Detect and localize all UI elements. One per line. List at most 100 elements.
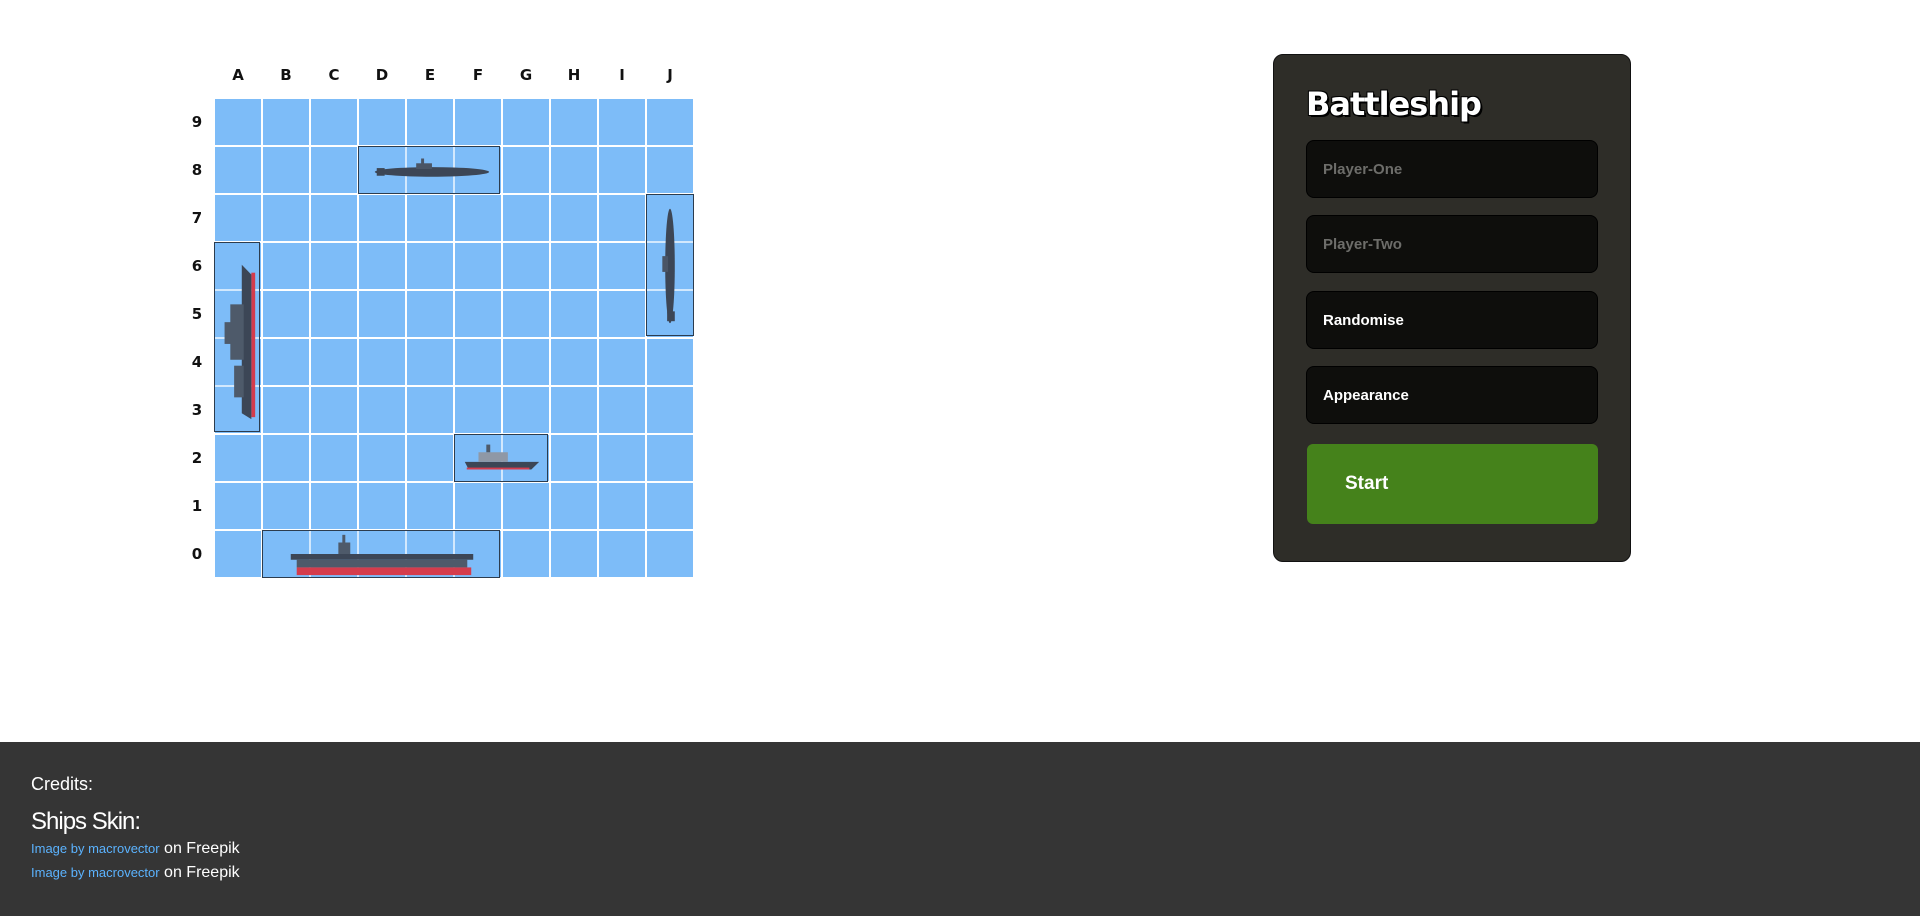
grid-cell-c1[interactable] <box>310 482 358 530</box>
grid-cell-d9[interactable] <box>358 98 406 146</box>
grid-cell-g9[interactable] <box>502 98 550 146</box>
grid-cell-i6[interactable] <box>598 242 646 290</box>
grid-cell-b4[interactable] <box>262 338 310 386</box>
grid-cell-j4[interactable] <box>646 338 694 386</box>
patrol-boat-ship[interactable] <box>454 434 548 482</box>
grid-cell-g7[interactable] <box>502 194 550 242</box>
credit-link[interactable]: Image by macrovector <box>31 865 160 880</box>
grid-cell-a0[interactable] <box>214 530 262 578</box>
grid-cell-f4[interactable] <box>454 338 502 386</box>
grid-cell-j8[interactable] <box>646 146 694 194</box>
grid-cell-d4[interactable] <box>358 338 406 386</box>
grid-cell-f3[interactable] <box>454 386 502 434</box>
grid-cell-f1[interactable] <box>454 482 502 530</box>
randomise-button[interactable]: Randomise <box>1306 291 1598 349</box>
grid-cell-e1[interactable] <box>406 482 454 530</box>
grid-cell-b9[interactable] <box>262 98 310 146</box>
grid-cell-i4[interactable] <box>598 338 646 386</box>
grid-cell-f5[interactable] <box>454 290 502 338</box>
grid-cell-c2[interactable] <box>310 434 358 482</box>
grid-cell-b5[interactable] <box>262 290 310 338</box>
grid-cell-c6[interactable] <box>310 242 358 290</box>
grid-cell-d6[interactable] <box>358 242 406 290</box>
grid-cell-i2[interactable] <box>598 434 646 482</box>
grid-cell-e3[interactable] <box>406 386 454 434</box>
grid-cell-j2[interactable] <box>646 434 694 482</box>
grid-cell-h6[interactable] <box>550 242 598 290</box>
grid-cell-b8[interactable] <box>262 146 310 194</box>
submarine-ship[interactable] <box>358 146 500 194</box>
grid-cell-a7[interactable] <box>214 194 262 242</box>
grid-cell-i8[interactable] <box>598 146 646 194</box>
grid-cell-f6[interactable] <box>454 242 502 290</box>
player-two-input[interactable] <box>1306 215 1598 273</box>
grid-cell-d2[interactable] <box>358 434 406 482</box>
grid-cell-d7[interactable] <box>358 194 406 242</box>
start-button[interactable]: Start <box>1307 444 1598 524</box>
row-label-6: 6 <box>191 257 203 275</box>
grid-cell-i9[interactable] <box>598 98 646 146</box>
column-label-i: I <box>619 66 625 84</box>
grid-cell-b6[interactable] <box>262 242 310 290</box>
grid-cell-e7[interactable] <box>406 194 454 242</box>
grid-cell-i3[interactable] <box>598 386 646 434</box>
grid-cell-f9[interactable] <box>454 98 502 146</box>
grid-cell-g1[interactable] <box>502 482 550 530</box>
grid-cell-h2[interactable] <box>550 434 598 482</box>
grid-cell-e5[interactable] <box>406 290 454 338</box>
grid-cell-h4[interactable] <box>550 338 598 386</box>
grid-cell-h0[interactable] <box>550 530 598 578</box>
grid-cell-g8[interactable] <box>502 146 550 194</box>
grid-cell-b7[interactable] <box>262 194 310 242</box>
grid-cell-i0[interactable] <box>598 530 646 578</box>
grid-cell-a2[interactable] <box>214 434 262 482</box>
grid-cell-j9[interactable] <box>646 98 694 146</box>
grid-cell-e4[interactable] <box>406 338 454 386</box>
grid-cell-g6[interactable] <box>502 242 550 290</box>
grid-cell-c3[interactable] <box>310 386 358 434</box>
grid-cell-d1[interactable] <box>358 482 406 530</box>
column-label-g: G <box>519 66 533 84</box>
grid-cell-d5[interactable] <box>358 290 406 338</box>
grid-cell-e2[interactable] <box>406 434 454 482</box>
row-label-0: 0 <box>191 545 203 563</box>
grid-cell-h3[interactable] <box>550 386 598 434</box>
grid-cell-g0[interactable] <box>502 530 550 578</box>
grid-cell-f7[interactable] <box>454 194 502 242</box>
grid-cell-b3[interactable] <box>262 386 310 434</box>
grid-cell-c5[interactable] <box>310 290 358 338</box>
grid-cell-d3[interactable] <box>358 386 406 434</box>
credit-link[interactable]: Image by macrovector <box>31 841 160 856</box>
aircraft-carrier-ship[interactable] <box>262 530 500 578</box>
grid-cell-i5[interactable] <box>598 290 646 338</box>
grid-cell-c4[interactable] <box>310 338 358 386</box>
grid-cell-i1[interactable] <box>598 482 646 530</box>
grid-cell-c8[interactable] <box>310 146 358 194</box>
grid-cell-h8[interactable] <box>550 146 598 194</box>
grid-cell-g5[interactable] <box>502 290 550 338</box>
grid-cell-b1[interactable] <box>262 482 310 530</box>
battleship-ship[interactable] <box>214 242 260 432</box>
grid-cell-h1[interactable] <box>550 482 598 530</box>
row-label-9: 9 <box>191 113 203 131</box>
grid-cell-a9[interactable] <box>214 98 262 146</box>
grid-cell-a8[interactable] <box>214 146 262 194</box>
vertical-submarine-ship[interactable] <box>646 194 694 336</box>
grid-cell-j3[interactable] <box>646 386 694 434</box>
grid-cell-c9[interactable] <box>310 98 358 146</box>
grid-cell-c7[interactable] <box>310 194 358 242</box>
player-one-input[interactable] <box>1306 140 1598 198</box>
grid-cell-i7[interactable] <box>598 194 646 242</box>
grid-cell-b2[interactable] <box>262 434 310 482</box>
grid-cell-e9[interactable] <box>406 98 454 146</box>
grid-cell-a1[interactable] <box>214 482 262 530</box>
grid-cell-g4[interactable] <box>502 338 550 386</box>
grid-cell-g3[interactable] <box>502 386 550 434</box>
grid-cell-j1[interactable] <box>646 482 694 530</box>
grid-cell-h7[interactable] <box>550 194 598 242</box>
grid-cell-h9[interactable] <box>550 98 598 146</box>
grid-cell-e6[interactable] <box>406 242 454 290</box>
appearance-button[interactable]: Appearance <box>1306 366 1598 424</box>
grid-cell-h5[interactable] <box>550 290 598 338</box>
grid-cell-j0[interactable] <box>646 530 694 578</box>
